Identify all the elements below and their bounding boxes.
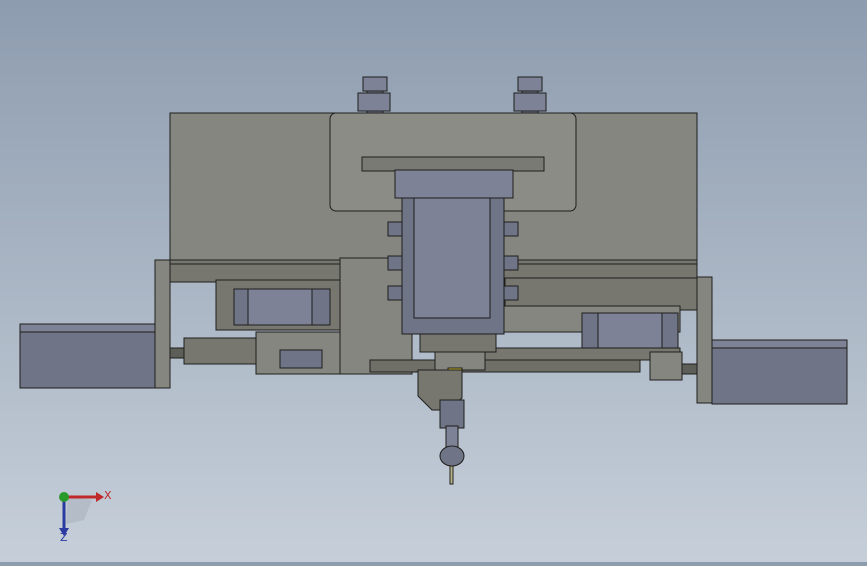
right-shaft [679,363,698,375]
axis-x-arrow [96,492,104,502]
column-lug-right-1 [503,221,519,237]
probe-ball[interactable] [439,445,465,467]
bolt-nut-top [362,76,388,92]
column-lug-left-3 [387,285,403,301]
left-cylinder-body [247,288,313,326]
lower-guide [369,359,641,373]
bolt-nut [513,92,547,112]
center-left-plate[interactable] [339,257,413,375]
bolt-nut-top [517,76,543,92]
orientation-triad[interactable]: X Z [59,489,112,544]
probe-tip [449,465,454,485]
triad-backdrop [66,496,92,524]
right-motor-flange [711,339,848,349]
axis-x-label: X [104,489,112,502]
central-column-face [413,197,491,319]
probe-sleeve[interactable] [439,399,465,429]
right-motor[interactable] [711,339,848,405]
left-motor[interactable] [19,323,156,389]
left-motor-flange [19,323,156,333]
right-cylinder-body [597,312,663,350]
left-shaft [169,347,186,359]
bolt-nut [357,92,391,112]
right-carriage[interactable] [504,277,698,311]
cad-viewport[interactable]: X Z [0,0,867,562]
right-bracket[interactable] [696,276,713,404]
left-small-cylinder[interactable] [279,349,323,369]
column-lug-left-1 [387,221,403,237]
axis-z-label: Z [60,531,68,544]
column-lug-left-2 [387,255,403,271]
column-lug-right-2 [503,255,519,271]
column-cap[interactable] [394,169,514,199]
axis-y-icon [59,492,69,502]
left-bracket[interactable] [154,259,171,389]
column-neck [434,351,486,371]
clamp-plate[interactable] [361,156,545,172]
column-base[interactable] [419,333,497,353]
mechanism-assembly[interactable] [19,76,848,485]
column-lug-right-3 [503,285,519,301]
assembly-view[interactable]: X Z [0,0,867,562]
right-foot-block[interactable] [649,351,683,381]
